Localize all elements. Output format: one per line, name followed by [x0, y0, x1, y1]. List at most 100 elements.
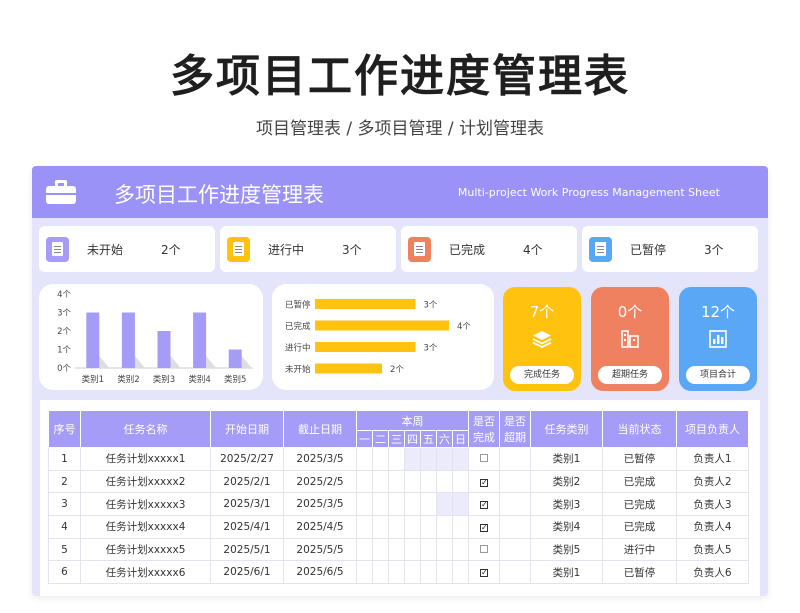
cell-weekday: [356, 537, 373, 562]
cell-status: 进行中: [602, 537, 677, 562]
done-checkbox[interactable]: [480, 544, 488, 553]
document-icon: [46, 237, 69, 262]
cell-weekday: [356, 492, 373, 517]
y-tick-label: 4个: [57, 290, 71, 300]
cell-weekday: [420, 469, 437, 494]
cell-seq: 3: [48, 492, 81, 517]
done-checkbox[interactable]: [480, 453, 488, 462]
cell-category: 类别1: [530, 447, 603, 471]
cell-end-date: 2025/3/5: [283, 447, 357, 471]
y-tick-label: 0个: [57, 364, 71, 374]
cell-weekday: [372, 560, 389, 585]
cell-owner: 负责人4: [676, 515, 749, 539]
header-weekday: 二: [372, 430, 389, 448]
cell-category: 类别1: [530, 560, 603, 585]
cell-is-overdue: [499, 537, 531, 562]
cell-status: 已完成: [602, 515, 677, 539]
category-label: 进行中: [285, 343, 311, 354]
y-tick-label: 1个: [57, 346, 71, 356]
cell-owner: 负责人3: [676, 492, 749, 517]
cell-weekday: [420, 515, 437, 539]
cell-end-date: 2025/5/5: [283, 537, 357, 562]
header-task-name: 任务名称: [80, 410, 211, 448]
overdue-tasks-button[interactable]: 超期任务: [598, 366, 662, 384]
header-weekday: 四: [404, 430, 421, 448]
cell-is-done: [468, 447, 500, 471]
cell-task-name: 任务计划xxxxx2: [80, 469, 211, 494]
value-label: 3个: [424, 344, 438, 354]
briefcase-icon: [46, 180, 76, 204]
kpi-card-overdue-tasks: 0个 超期任务: [591, 287, 669, 391]
header-is-overdue: 是否超期: [499, 410, 531, 448]
header-this-week: 本周: [356, 410, 469, 431]
bar: [228, 349, 242, 368]
cell-weekday: [372, 537, 389, 562]
cell-is-done: ✓: [468, 492, 500, 517]
cell-weekday: [388, 447, 405, 471]
cell-start-date: 2025/2/27: [210, 447, 284, 471]
y-tick-label: 3个: [57, 309, 71, 319]
category-label: 已暂停: [285, 300, 311, 311]
cell-seq: 2: [48, 469, 81, 494]
total-projects-button[interactable]: 项目合计: [686, 366, 750, 384]
cell-is-overdue: [499, 492, 531, 517]
table-row: 1 任务计划xxxxx1 2025/2/27 2025/3/5 类别1 已暂停 负责人1: [48, 447, 749, 471]
bar-shadow: [170, 356, 181, 368]
stat-label: 已完成: [449, 243, 486, 257]
done-checkbox[interactable]: ✓: [480, 501, 488, 510]
cell-weekday: [372, 515, 389, 539]
table-row: 3 任务计划xxxxx3 2025/3/1 2025/3/5 ✓ 类别3 已完成 负责人3: [48, 492, 749, 517]
cell-status: 已完成: [602, 492, 677, 517]
cell-start-date: 2025/6/1: [210, 560, 284, 585]
bar: [193, 312, 207, 368]
bar: [315, 363, 382, 374]
cell-is-done: ✓: [468, 515, 500, 539]
stat-card-not-started: 未开始 2个: [39, 226, 215, 272]
bar-chart-icon: [709, 330, 727, 348]
cell-status: 已暂停: [602, 447, 677, 471]
header-category: 任务类别: [530, 410, 603, 448]
table-row: 2 任务计划xxxxx2 2025/2/1 2025/2/5 ✓ 类别2 已完成 负责人2: [48, 469, 749, 494]
completed-tasks-button[interactable]: 完成任务: [510, 366, 574, 384]
table-row: 6 任务计划xxxxx6 2025/6/1 2025/6/5 ✓ 类别1 已暂停 负责人6: [48, 560, 749, 585]
sheet: 多项目工作进度管理表 Multi-project Work Progress M…: [32, 166, 768, 596]
cell-weekday: [356, 560, 373, 585]
cell-weekday: [452, 469, 469, 494]
header-is-done: 是否完成: [468, 410, 500, 448]
cell-start-date: 2025/5/1: [210, 537, 284, 562]
cell-is-overdue: [499, 560, 531, 585]
cell-weekday: [372, 492, 389, 517]
header-start-date: 开始日期: [210, 410, 284, 448]
done-checkbox[interactable]: ✓: [480, 569, 488, 578]
cell-end-date: 2025/2/5: [283, 469, 357, 494]
document-icon: [589, 237, 612, 262]
header-end-date: 截止日期: [283, 410, 357, 448]
cell-weekday: [388, 515, 405, 539]
cell-end-date: 2025/4/5: [283, 515, 357, 539]
cell-task-name: 任务计划xxxxx6: [80, 560, 211, 585]
header-seq: 序号: [48, 410, 81, 448]
cell-seq: 6: [48, 560, 81, 585]
x-tick-label: 类别1: [82, 374, 104, 385]
cell-task-name: 任务计划xxxxx4: [80, 515, 211, 539]
page-subtitle: 项目管理表 / 多项目管理 / 计划管理表: [255, 119, 545, 139]
value-label: 3个: [424, 301, 438, 311]
done-checkbox[interactable]: ✓: [480, 523, 488, 532]
bar: [315, 320, 449, 331]
task-table-panel: 序号 任务名称 开始日期 截止日期 本周 是否完成 是否超期 任务类别 当前状态…: [40, 400, 760, 596]
cell-is-overdue: [499, 469, 531, 494]
bar: [315, 299, 416, 309]
cell-weekday: [436, 537, 453, 562]
header-owner: 项目负责人: [676, 410, 749, 448]
cell-weekday: [404, 492, 421, 517]
value-label: 4个: [457, 322, 471, 332]
done-checkbox[interactable]: ✓: [480, 478, 488, 487]
cell-owner: 负责人1: [676, 447, 749, 471]
y-tick-label: 2个: [57, 327, 71, 337]
stat-label: 已暂停: [630, 243, 667, 257]
sheet-header: 多项目工作进度管理表 Multi-project Work Progress M…: [32, 166, 768, 218]
table-row: 5 任务计划xxxxx5 2025/5/1 2025/5/5 类别5 进行中 负责人5: [48, 537, 749, 562]
stat-card-paused: 已暂停 3个: [582, 226, 758, 272]
cell-weekday: [404, 447, 421, 471]
cell-weekday: [436, 515, 453, 539]
